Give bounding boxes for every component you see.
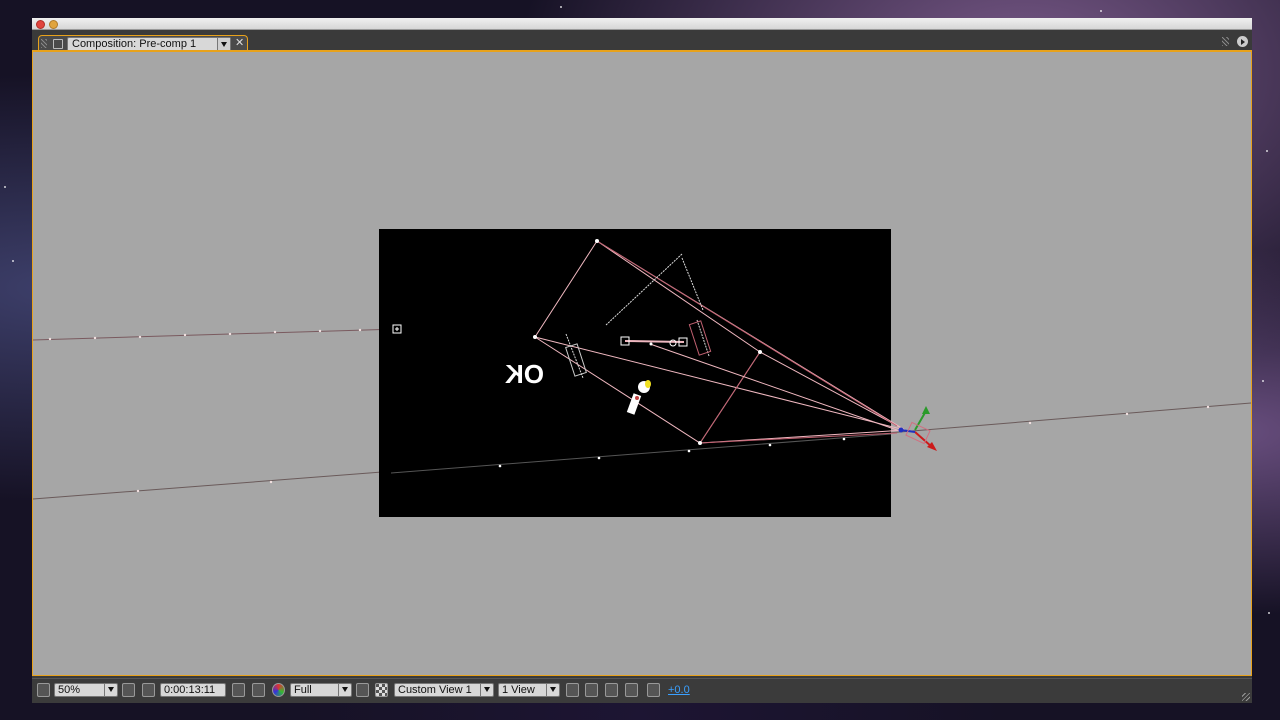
close-icon[interactable]: ✕ — [235, 36, 244, 50]
reset-exposure-icon[interactable] — [647, 683, 660, 697]
exposure-value[interactable]: +0.0 — [668, 683, 690, 697]
timeline-icon[interactable] — [605, 683, 618, 697]
channels-icon[interactable] — [272, 683, 285, 697]
current-time-field[interactable]: 0:00:13:11 — [160, 683, 226, 697]
motion-path-left — [33, 328, 398, 341]
resize-handle[interactable] — [1242, 693, 1250, 701]
scene-canvas[interactable]: OK — [33, 52, 1251, 676]
window-titlebar — [32, 18, 1252, 30]
panel-header: Composition: Pre-comp 1 ✕ — [32, 30, 1252, 52]
composition-window: Composition: Pre-comp 1 ✕ OK 50% 0:00:13… — [32, 18, 1252, 703]
layer-text-ok: OK — [505, 359, 544, 389]
view-layout-dropdown[interactable]: 1 View — [498, 683, 560, 697]
chevron-down-icon[interactable] — [546, 684, 559, 696]
panel-header-controls — [1222, 35, 1248, 49]
magnification-value: 50% — [58, 684, 81, 696]
play-icon[interactable] — [1237, 36, 1248, 47]
view-value: Custom View 1 — [398, 684, 472, 696]
timecode-value: 0:00:13:11 — [164, 684, 216, 696]
lock-icon[interactable] — [53, 39, 63, 49]
magnification-dropdown[interactable]: 50% — [54, 683, 118, 697]
composition-viewer[interactable]: OK — [32, 50, 1252, 676]
grip-icon[interactable] — [41, 39, 47, 48]
flowchart-icon[interactable] — [625, 683, 638, 697]
viewer-status-bar: 50% 0:00:13:11 Full Custom View 1 1 View — [32, 678, 1252, 703]
fast-previews-icon[interactable] — [585, 683, 598, 697]
mask-visibility-icon[interactable] — [142, 683, 155, 697]
show-snapshot-icon[interactable] — [252, 683, 265, 697]
chevron-down-icon[interactable] — [104, 684, 117, 696]
snapshot-icon[interactable] — [232, 683, 245, 697]
camera-gizmo[interactable] — [898, 406, 938, 451]
resolution-dropdown[interactable]: Full — [290, 683, 352, 697]
view-layout-value: 1 View — [502, 684, 535, 696]
chevron-down-icon[interactable] — [480, 684, 493, 696]
transparency-grid-icon[interactable] — [375, 683, 388, 697]
region-of-interest-icon[interactable] — [356, 683, 369, 697]
resolution-value: Full — [294, 684, 312, 696]
chevron-down-icon[interactable] — [338, 684, 351, 696]
motion-path-right — [899, 402, 1251, 433]
close-window-button[interactable] — [36, 20, 45, 29]
3d-view-dropdown[interactable]: Custom View 1 — [394, 683, 494, 697]
composition-frame — [379, 229, 891, 517]
safe-zones-icon[interactable] — [122, 683, 135, 697]
toggle-pixel-aspect-icon[interactable] — [566, 683, 579, 697]
grip-icon[interactable] — [1222, 37, 1229, 46]
always-preview-icon[interactable] — [37, 683, 50, 697]
minimize-window-button[interactable] — [49, 20, 58, 29]
